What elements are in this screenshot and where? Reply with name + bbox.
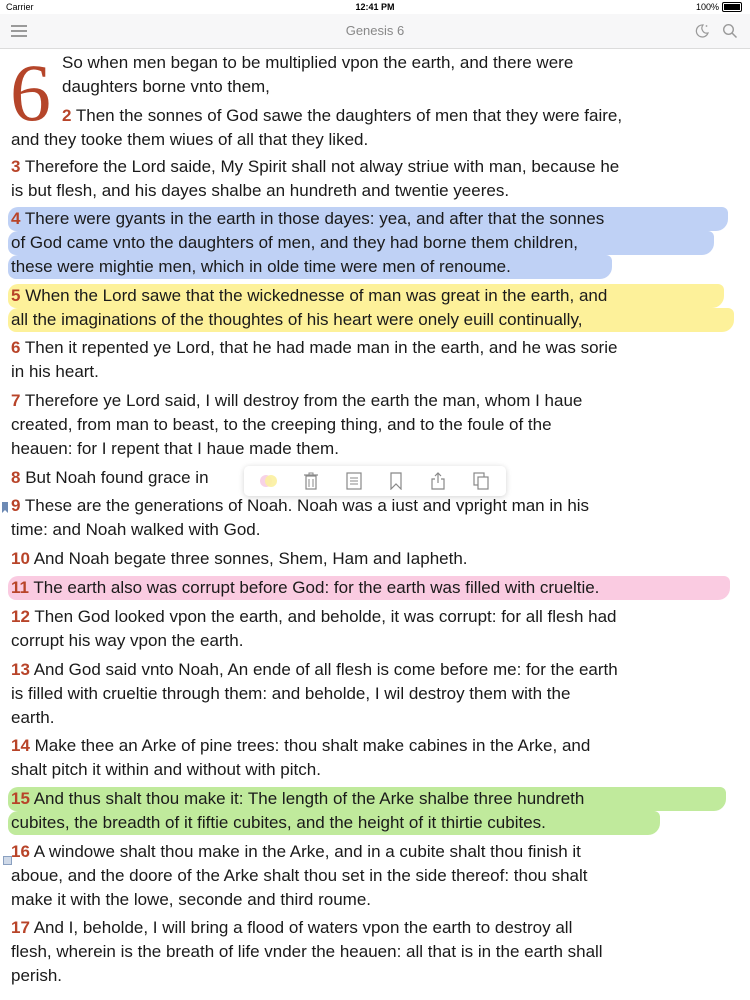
chapter-number: 6 (10, 47, 51, 138)
night-mode-icon[interactable] (694, 23, 710, 39)
verse-line[interactable]: 12 Then God looked vpon the earth, and b… (11, 605, 616, 629)
verse-line[interactable]: aboue, and the doore of the Arke shalt t… (11, 864, 588, 888)
battery-percent: 100% (695, 2, 719, 12)
verse-line[interactable]: 6 Then it repented ye Lord, that he had … (11, 336, 617, 360)
verse-line[interactable]: 13 And God said vnto Noah, An ende of al… (11, 658, 618, 682)
verse-line[interactable]: 10 And Noah begate three sonnes, Shem, H… (11, 547, 468, 571)
verse-line[interactable]: perish. (11, 964, 62, 988)
trash-icon[interactable] (300, 470, 322, 492)
verse-line[interactable]: 7 Therefore ye Lord said, I will destroy… (11, 389, 582, 413)
status-bar: Carrier 12:41 PM 100% (0, 0, 750, 14)
battery-icon (722, 2, 742, 12)
verse-line[interactable]: 9 These are the generations of Noah. Noa… (11, 494, 589, 518)
verse-line[interactable]: daughters borne vnto them, (62, 75, 270, 99)
verse-line[interactable]: cubites, the breadth of it fiftie cubite… (11, 811, 546, 835)
verse-line[interactable]: corrupt his way vpon the earth. (11, 629, 243, 653)
verse-line[interactable]: make it with the lowe, seconde and third… (11, 888, 371, 912)
verse-line[interactable]: 2 Then the sonnes of God sawe the daught… (62, 104, 622, 128)
navigation-bar: Genesis 6 (0, 14, 750, 49)
verse-line[interactable]: 5 When the Lord sawe that the wickedness… (11, 284, 607, 308)
verse-line[interactable]: So when men began to be multiplied vpon … (62, 51, 573, 75)
verse-line[interactable]: in his heart. (11, 360, 99, 384)
verse-line[interactable]: 3 Therefore the Lord saide, My Spirit sh… (11, 155, 619, 179)
verse-line[interactable]: all the imaginations of the thoughtes of… (11, 308, 582, 332)
verse-line[interactable]: 17 And I, beholde, I will bring a flood … (11, 916, 572, 940)
chapter-text: 6 So when men began to be multiplied vpo… (0, 48, 750, 1000)
clock: 12:41 PM (355, 2, 395, 12)
highlight-color-icon[interactable] (258, 470, 280, 492)
note-marker-icon[interactable] (3, 856, 12, 865)
verse-line[interactable]: and they tooke them wiues of all that th… (11, 128, 368, 152)
verse-line[interactable]: is but flesh, and his dayes shalbe an hu… (11, 179, 509, 203)
share-icon[interactable] (427, 470, 449, 492)
note-icon[interactable] (343, 470, 365, 492)
verse-line[interactable]: time: and Noah walked with God. (11, 518, 260, 542)
verse-line[interactable]: earth. (11, 706, 54, 730)
verse-line[interactable]: 4 There were gyants in the earth in thos… (11, 207, 604, 231)
bookmark-marker-icon[interactable] (2, 502, 8, 513)
verse-line[interactable]: 15 And thus shalt thou make it: The leng… (11, 787, 584, 811)
verse-line[interactable]: 14 Make thee an Arke of pine trees: thou… (11, 734, 590, 758)
bookmark-icon[interactable] (385, 470, 407, 492)
battery-indicator: 100% (696, 2, 742, 12)
verse-line[interactable]: 16 A windowe shalt thou make in the Arke… (11, 840, 581, 864)
verse-line[interactable]: 8 But Noah found grace in (11, 466, 209, 490)
verse-line[interactable]: created, from man to beast, to the creep… (11, 413, 552, 437)
verse-line[interactable]: shalt pitch it within and without with p… (11, 758, 321, 782)
search-icon[interactable] (722, 23, 738, 39)
page-title[interactable]: Genesis 6 (0, 23, 750, 38)
verse-action-popup (244, 466, 506, 496)
verse-line[interactable]: heauen: for I repent that I haue made th… (11, 437, 339, 461)
verse-line[interactable]: flesh, wherein is the breath of life vnd… (11, 940, 603, 964)
copy-icon[interactable] (470, 470, 492, 492)
verse-line[interactable]: these were mightie men, which in olde ti… (11, 255, 511, 279)
verse-line[interactable]: is filled with crueltie through them: an… (11, 682, 570, 706)
verse-line[interactable]: 11 The earth also was corrupt before God… (11, 576, 599, 600)
verse-line[interactable]: of God came vnto the daughters of men, a… (11, 231, 578, 255)
